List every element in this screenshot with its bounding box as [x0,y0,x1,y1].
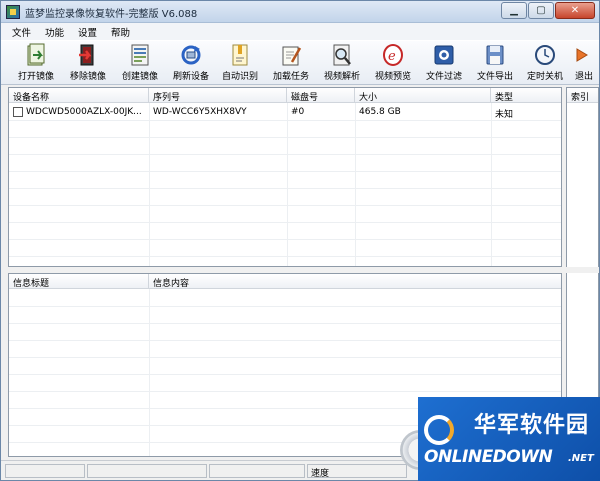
watermark-cn-text: 华军软件园 [474,413,590,438]
type-cell: 未知 [495,110,514,120]
close-button[interactable]: ✕ [555,2,595,19]
open-image-label: 打开镜像 [17,72,54,82]
speed-status: 速度 [307,464,407,479]
remove-image-label: 移除镜像 [69,72,106,82]
column-header-size[interactable]: 大小 [355,88,491,103]
column-header-index[interactable]: 索引 [567,88,598,103]
open-image-icon [25,43,47,67]
device-name-cell: WDCWD5000AZLX-00JK... [26,107,142,117]
column-header-info-title[interactable]: 信息标题 [9,274,149,289]
open-image-button[interactable]: 打开镜像 [11,43,61,84]
close-icon: ✕ [570,5,580,16]
exit-button[interactable]: 退出 [569,43,599,84]
watermark-net-text: .NET [568,453,594,464]
load-task-icon [280,43,302,67]
file-export-label: 文件导出 [476,72,513,82]
window-title: 蓝梦监控录像恢复软件-完整版 V6.088 [25,9,198,20]
menu-file[interactable]: 文件 [5,25,38,39]
minimize-icon: ▁ [510,5,518,16]
menu-settings[interactable]: 设置 [71,25,104,39]
video-preview-label: 视频预览 [374,72,411,82]
create-image-label: 创建镜像 [121,72,158,82]
status-cell-3 [209,464,305,478]
disk-number-cell: #0 [291,107,305,117]
auto-detect-icon [229,43,251,67]
maximize-icon: ▢ [536,5,546,16]
file-filter-icon [433,43,455,67]
column-header-disk-number[interactable]: 磁盘号 [287,88,355,103]
load-task-label: 加载任务 [272,72,309,82]
timer-shutdown-button[interactable]: 定时关机 [520,43,570,84]
timer-shutdown-label: 定时关机 [526,72,563,82]
speed-label: 速度 [311,469,330,479]
watermark-ring-icon [424,415,454,445]
create-image-icon [129,43,151,67]
serial-cell: WD-WCC6Y5XHX8VY [153,107,247,117]
exit-icon [573,43,595,67]
device-checkbox[interactable] [13,107,23,117]
auto-detect-label: 自动识别 [221,72,258,82]
file-filter-label: 文件过滤 [425,72,462,82]
app-icon [6,5,20,19]
menu-help[interactable]: 帮助 [104,25,137,39]
video-parse-button[interactable]: 视频解析 [317,43,367,84]
column-header-device-name[interactable]: 设备名称 [9,88,149,103]
remove-image-button[interactable]: 移除镜像 [63,43,113,84]
create-image-button[interactable]: 创建镜像 [115,43,165,84]
maximize-button[interactable]: ▢ [528,2,554,19]
file-export-button[interactable]: 文件导出 [470,43,520,84]
file-filter-button[interactable]: 文件过滤 [419,43,469,84]
menu-bar: 文件 功能 设置 帮助 [1,23,599,40]
video-preview-button[interactable]: e 视频预览 [368,43,418,84]
file-export-icon [484,43,506,67]
refresh-device-icon [180,43,202,67]
menu-function[interactable]: 功能 [38,25,71,39]
video-parse-label: 视频解析 [323,72,360,82]
minimize-button[interactable]: ▁ [501,2,527,19]
load-task-button[interactable]: 加载任务 [266,43,316,84]
status-cell-1 [5,464,85,478]
watermark-logo: 华军软件园 ONLINEDOWN .NET [418,397,600,481]
status-cell-2 [87,464,207,478]
video-parse-icon [331,43,353,67]
toolbar: 打开镜像 移除镜像 创建镜像 刷新设备 自动识别 加载任务 视频解析 e 视频预… [1,40,599,85]
refresh-device-button[interactable]: 刷新设备 [166,43,216,84]
size-cell: 465.8 GB [359,107,401,117]
watermark-en-text: ONLINEDOWN [424,447,553,467]
video-preview-icon: e [382,43,404,67]
timer-shutdown-icon [534,43,556,67]
column-header-serial[interactable]: 序列号 [149,88,287,103]
remove-image-icon [77,43,99,67]
device-table: 设备名称 序列号 磁盘号 大小 类型 WDCWD5000AZLX-00JK...… [8,87,562,267]
refresh-device-label: 刷新设备 [172,72,209,82]
window-controls: ▁ ▢ ✕ [501,2,595,19]
column-header-type[interactable]: 类型 [491,88,561,103]
title-bar[interactable]: 蓝梦监控录像恢复软件-完整版 V6.088 ▁ ▢ ✕ [1,1,599,23]
auto-detect-button[interactable]: 自动识别 [215,43,265,84]
svg-text:e: e [388,49,396,64]
column-header-info-content[interactable]: 信息内容 [149,274,561,289]
exit-label: 退出 [575,72,594,82]
